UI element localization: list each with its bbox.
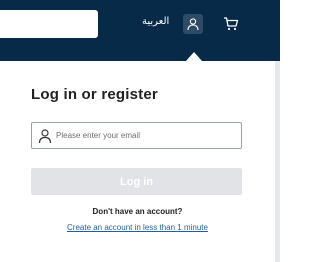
language-switch-link[interactable]: العربية [142, 16, 169, 27]
email-field[interactable] [31, 122, 242, 149]
cart-icon [224, 17, 239, 31]
no-account-text: Don't have an account? [92, 207, 183, 216]
cart-button[interactable] [222, 15, 240, 33]
email-input[interactable] [56, 125, 236, 146]
top-navigation-bar: العربية [0, 0, 280, 61]
login-title: Log in or register [31, 86, 158, 103]
login-button[interactable]: Log in [31, 168, 242, 195]
search-box[interactable] [0, 10, 98, 38]
account-button[interactable] [183, 14, 203, 34]
user-icon [187, 18, 199, 31]
user-icon [38, 129, 52, 144]
dropdown-caret [186, 52, 202, 61]
create-account-link[interactable]: Create an account in less than 1 minute [0, 223, 275, 232]
